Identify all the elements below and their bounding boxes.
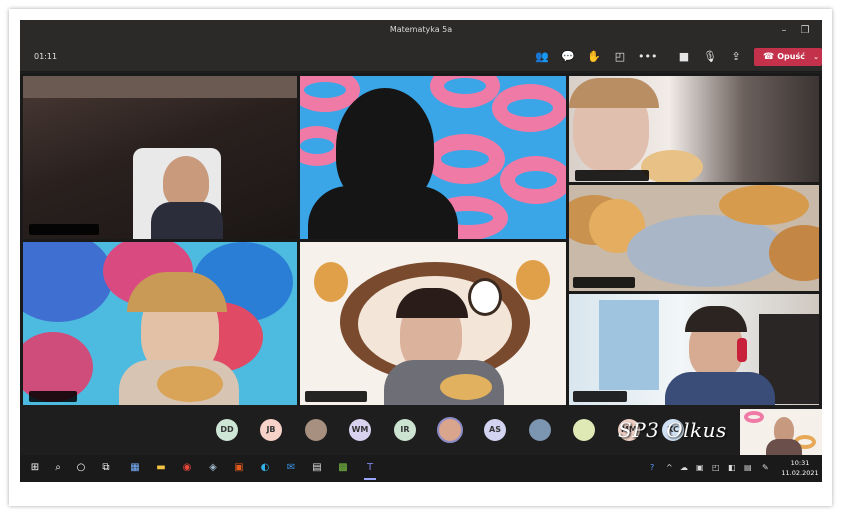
participant-avatar[interactable] xyxy=(529,419,551,441)
video-tile[interactable] xyxy=(300,242,566,405)
participant-avatar[interactable] xyxy=(437,417,463,443)
participant-avatar[interactable] xyxy=(305,419,327,441)
teams-meeting-window: Matematyka 5a – ❐ 01:11 👥 💬 ✋ ◰ ••• ■ 🎙 … xyxy=(20,20,822,482)
participant-name-tag xyxy=(575,170,649,181)
office-icon[interactable]: ▣ xyxy=(232,461,246,475)
calculator-icon[interactable]: ▦ xyxy=(128,461,142,475)
file-explorer-icon[interactable]: ▬ xyxy=(154,461,168,475)
app-icon[interactable]: ▩ xyxy=(336,461,350,475)
windows-taskbar: ⊞ ⌕ ○ ⧉ ▦ ▬ ◉ ◈ ▣ ◐ ✉ ▤ ▩ T ? ^ ☁ ▣ ◰ ◧ … xyxy=(20,455,822,482)
participant-avatar[interactable]: AS xyxy=(484,419,506,441)
leave-label: Opuść xyxy=(777,52,805,61)
breakout-rooms-icon[interactable]: ◰ xyxy=(612,49,628,65)
chrome-icon[interactable]: ◉ xyxy=(180,461,194,475)
leave-button[interactable]: ☎ Opuść ⌄ xyxy=(754,48,822,66)
participant-name-tag xyxy=(573,391,627,402)
search-icon[interactable]: ⌕ xyxy=(51,461,65,475)
participant-name-tag xyxy=(573,277,635,288)
windows-start-icon[interactable]: ⊞ xyxy=(28,461,42,475)
more-options-icon[interactable]: ••• xyxy=(638,49,657,65)
task-view-icon[interactable]: ⧉ xyxy=(99,461,113,475)
help-icon[interactable]: ? xyxy=(650,463,654,472)
participant-avatar[interactable]: DD xyxy=(216,419,238,441)
participant-avatar[interactable]: IR xyxy=(394,419,416,441)
edge-icon[interactable]: ◐ xyxy=(258,461,272,475)
video-tile[interactable] xyxy=(23,76,297,239)
notepad-icon[interactable]: ▤ xyxy=(310,461,324,475)
self-view-video[interactable] xyxy=(740,409,822,455)
raise-hand-icon[interactable]: ✋ xyxy=(586,49,602,65)
camera-icon[interactable]: ■ xyxy=(676,49,692,65)
school-watermark: SP3 Olkus xyxy=(618,418,727,442)
teams-tray-icon[interactable]: ▤ xyxy=(744,463,752,472)
taskbar-clock[interactable]: 10:31 11.02.2021 xyxy=(780,458,820,478)
title-bar: Matematyka 5a – ❐ xyxy=(20,20,822,42)
participant-avatar[interactable] xyxy=(573,419,595,441)
participant-avatar[interactable]: WM xyxy=(349,419,371,441)
video-tile[interactable] xyxy=(300,76,566,239)
network-icon[interactable]: ◰ xyxy=(712,463,720,472)
clock-time: 10:31 xyxy=(790,459,810,467)
cloud-icon[interactable]: ☁ xyxy=(680,463,688,472)
minimize-icon[interactable]: – xyxy=(777,24,791,38)
mail-icon[interactable]: ✉ xyxy=(284,461,298,475)
microphone-icon[interactable]: 🎙 xyxy=(702,49,718,65)
chevron-down-icon[interactable]: ⌄ xyxy=(813,48,819,66)
cortana-icon[interactable]: ○ xyxy=(74,461,88,475)
video-tile[interactable] xyxy=(569,185,819,291)
maximize-icon[interactable]: ❐ xyxy=(798,24,812,38)
teams-icon[interactable]: T xyxy=(363,461,377,480)
video-tile[interactable] xyxy=(569,294,819,405)
hang-up-icon: ☎ xyxy=(763,52,775,62)
video-tile[interactable] xyxy=(23,242,297,405)
app-icon[interactable]: ◈ xyxy=(206,461,220,475)
participant-name-tag xyxy=(29,391,77,402)
tray-icon[interactable]: ◧ xyxy=(728,463,736,472)
video-gallery xyxy=(20,73,822,405)
participant-roster: DD JB WM IR AS MM KC SP3 Olkus xyxy=(20,405,822,455)
participant-name-tag xyxy=(305,391,367,402)
meeting-timer: 01:11 xyxy=(34,52,58,61)
participants-icon[interactable]: 👥 xyxy=(534,49,550,65)
pen-icon[interactable]: ✎ xyxy=(762,463,769,472)
clock-date: 11.02.2021 xyxy=(781,469,819,477)
meeting-toolbar: 01:11 👥 💬 ✋ ◰ ••• ■ 🎙 ⇪ ☎ Opuść ⌄ xyxy=(20,42,822,72)
chat-icon[interactable]: 💬 xyxy=(560,49,576,65)
window-title: Matematyka 5a xyxy=(389,25,453,34)
participant-avatar[interactable]: JB xyxy=(260,419,282,441)
participant-name-tag xyxy=(29,224,99,235)
chevron-up-icon[interactable]: ^ xyxy=(666,463,673,472)
tray-icon[interactable]: ▣ xyxy=(696,463,704,472)
share-screen-icon[interactable]: ⇪ xyxy=(728,49,744,65)
video-tile[interactable] xyxy=(569,76,819,182)
